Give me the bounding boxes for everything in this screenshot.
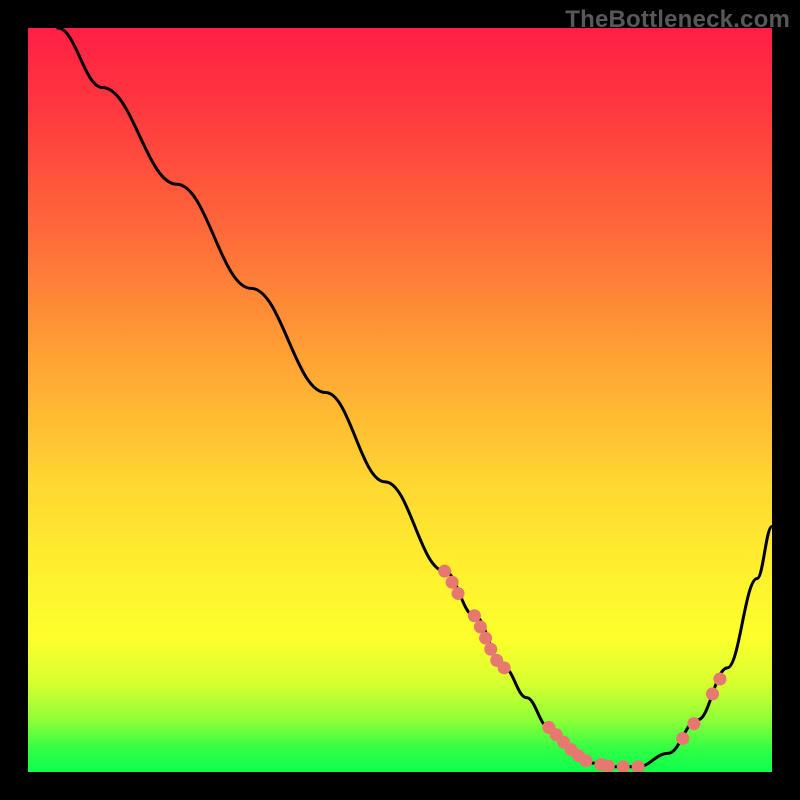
data-point <box>713 673 726 686</box>
bottleneck-curve <box>58 28 772 767</box>
data-point <box>706 687 719 700</box>
data-point <box>446 576 459 589</box>
data-point <box>676 732 689 745</box>
data-point <box>438 565 451 578</box>
data-point <box>580 754 593 767</box>
data-point <box>474 620 487 633</box>
chart-svg <box>28 28 772 772</box>
watermark-label: TheBottleneck.com <box>565 6 790 34</box>
data-point <box>632 760 645 772</box>
data-point <box>602 760 615 772</box>
data-point <box>498 661 511 674</box>
chart-gradient-area <box>28 28 772 772</box>
data-point <box>617 760 630 772</box>
data-point <box>452 587 465 600</box>
data-point <box>468 609 481 622</box>
data-point <box>687 717 700 730</box>
data-point <box>484 643 497 656</box>
data-point <box>479 632 492 645</box>
